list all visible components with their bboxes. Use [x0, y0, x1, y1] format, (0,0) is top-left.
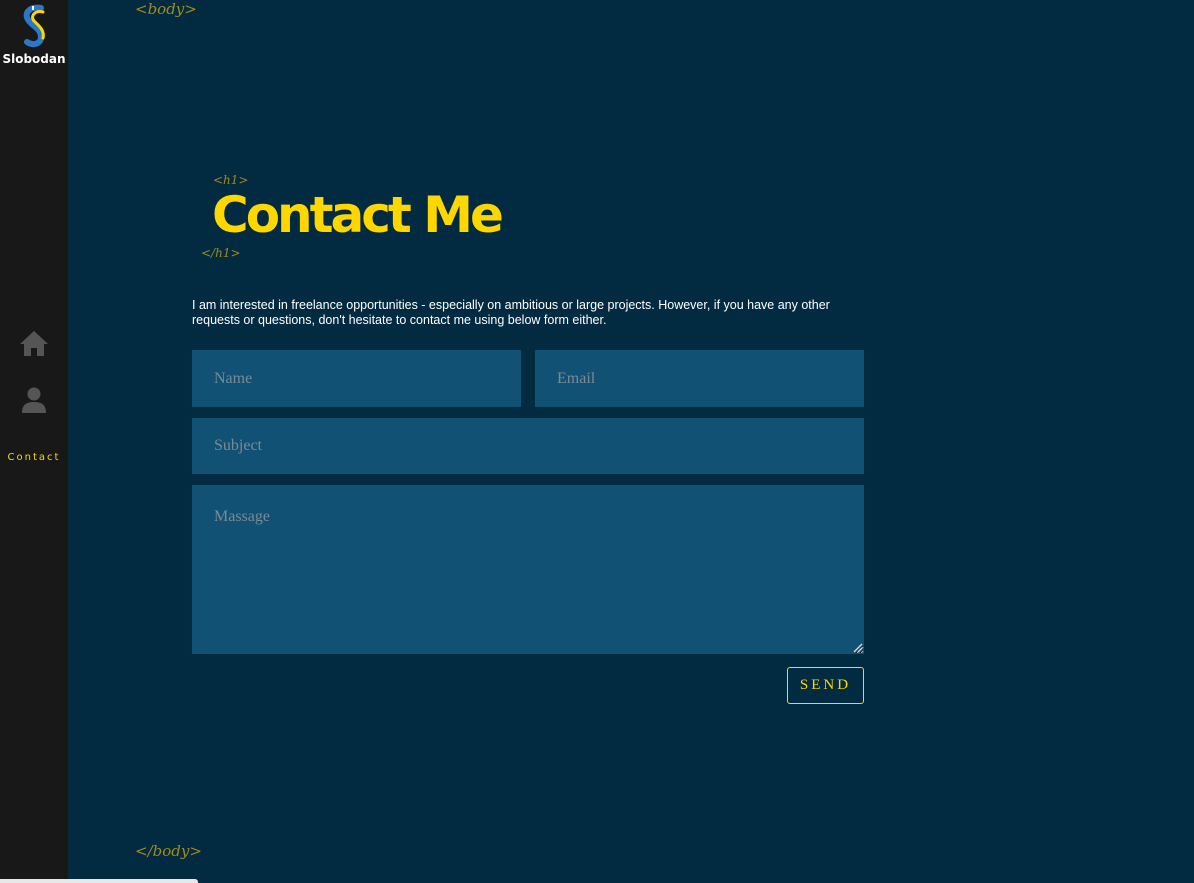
name-input[interactable]: [192, 350, 521, 407]
nav-contact[interactable]: Contact: [0, 452, 68, 463]
logo-s-icon: [23, 4, 45, 48]
resize-grip-icon[interactable]: [851, 641, 863, 653]
bottom-scrollbar[interactable]: [0, 879, 198, 883]
subject-input[interactable]: [192, 418, 864, 474]
nav-home[interactable]: [19, 329, 49, 357]
logo[interactable]: Slobodan: [0, 4, 68, 66]
body-close-tag: </body>: [135, 842, 202, 860]
sidebar: Slobodan Contact: [0, 0, 68, 883]
page-title: Contact Me: [212, 186, 504, 244]
nav-about[interactable]: [21, 386, 47, 414]
home-icon: [20, 331, 48, 356]
user-icon: [22, 387, 46, 413]
logo-name: Slobodan: [2, 52, 66, 66]
email-input[interactable]: [535, 350, 864, 407]
send-button[interactable]: SEND: [787, 667, 864, 704]
body-open-tag: <body>: [135, 0, 197, 18]
h1-open-tag: <h1>: [213, 173, 249, 187]
intro-text: I am interested in freelance opportuniti…: [192, 298, 830, 327]
message-textarea[interactable]: [192, 485, 864, 654]
h1-close-tag: </h1>: [201, 246, 241, 260]
